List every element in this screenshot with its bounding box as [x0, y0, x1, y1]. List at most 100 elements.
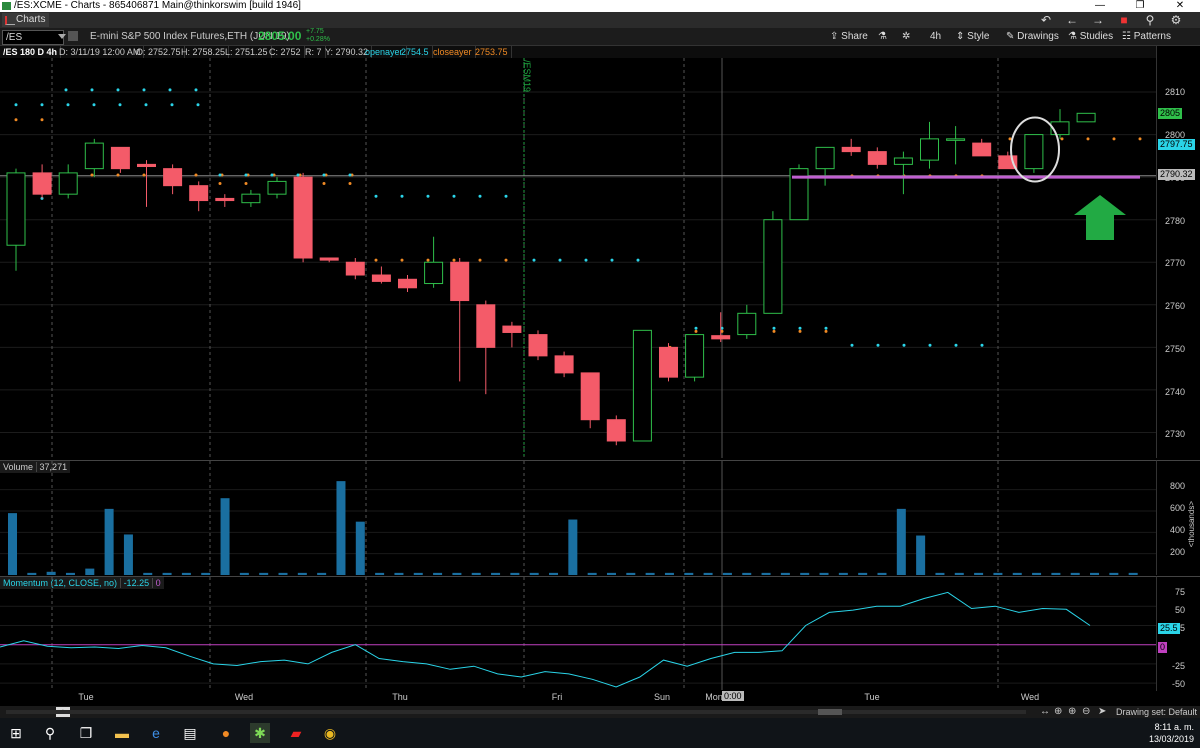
share-button[interactable]: ⇪ Share — [826, 29, 872, 44]
candle-body — [137, 163, 156, 168]
drawing-set-label[interactable]: Drawing set: Default — [1116, 706, 1197, 718]
candle-body — [371, 274, 391, 282]
link-icon[interactable] — [68, 31, 78, 41]
volume-bar — [259, 572, 269, 575]
candle-body — [398, 278, 417, 289]
reference-dot — [218, 182, 222, 186]
volume-unit-label: <thousands> — [1187, 501, 1196, 548]
reference-dot — [116, 173, 120, 177]
minimize-button[interactable]: — — [1080, 0, 1120, 12]
closeayer-value: 2753.75 — [472, 46, 512, 58]
reference-dot — [142, 88, 146, 92]
volume-bar — [954, 572, 964, 575]
volume-bar — [800, 572, 810, 575]
price-change: +7.75 — [306, 28, 324, 35]
flask-icon[interactable]: ⚗ — [874, 29, 891, 44]
volume-bar — [703, 572, 713, 575]
zoom-out-icon[interactable]: ⊖ — [1082, 706, 1090, 718]
reference-dot — [426, 258, 430, 262]
studies-icon: ⚗ — [1068, 31, 1077, 42]
time-label: Tue — [78, 692, 94, 702]
reference-dot — [694, 329, 698, 333]
search-icon[interactable]: ⚲ — [40, 723, 60, 743]
volume-bar — [587, 572, 597, 575]
price-panel[interactable]: /ESM19 — [0, 58, 1156, 458]
momentum-current-tag: 25.5 — [1158, 623, 1180, 634]
symbol-bar: /ES E-mini S&P 500 Index Futures,ETH (JU… — [0, 28, 1200, 46]
zoom-reset-icon[interactable]: ⊕ — [1054, 706, 1062, 718]
thinkorswim-icon[interactable]: ✱ — [250, 723, 270, 743]
reference-dot — [798, 326, 802, 330]
windows-start-icon[interactable]: ⊞ — [6, 723, 26, 743]
timeframe-button[interactable]: 4h — [926, 29, 945, 44]
app-orange-icon[interactable]: ● — [216, 723, 236, 743]
volume-bar — [355, 521, 365, 575]
price-chart[interactable] — [0, 58, 1156, 458]
store-icon[interactable]: ▤ — [180, 723, 200, 743]
settings-icon[interactable]: ✲ — [898, 29, 914, 44]
chart-icon — [5, 16, 15, 25]
volume-bar — [626, 572, 636, 575]
style-button[interactable]: ⇕ Style — [952, 29, 993, 44]
candle-body — [319, 257, 339, 261]
reference-dot — [1060, 137, 1064, 141]
price-axis[interactable]: 2810 2800 2790 2780 2770 2760 2750 2740 … — [1156, 46, 1200, 458]
momentum-panel[interactable]: Momentum (12, CLOSE, no) -12.25 0 — [0, 576, 1156, 691]
reference-dot — [400, 258, 404, 262]
symbol-dropdown-icon[interactable] — [58, 34, 66, 39]
app-red-icon[interactable]: ▰ — [286, 723, 306, 743]
volume-panel[interactable]: Volume 37,271 — [0, 460, 1156, 575]
file-explorer-icon[interactable]: ▬ — [112, 723, 132, 743]
reference-dot — [824, 326, 828, 330]
undo-icon[interactable]: ↶ — [1034, 12, 1058, 28]
cursor-icon[interactable]: ➤ — [1098, 706, 1106, 718]
candle-body — [841, 146, 861, 153]
tab-charts[interactable]: Charts — [2, 13, 50, 27]
reference-dot — [116, 88, 120, 92]
candle-body — [6, 172, 26, 246]
volume-bar — [935, 572, 945, 575]
reference-dot — [1086, 137, 1090, 141]
volume-bar — [1070, 572, 1080, 575]
forward-arrow-icon[interactable]: → — [1086, 12, 1110, 28]
task-view-icon[interactable]: ❐ — [76, 723, 96, 743]
horizontal-scrollbar[interactable] — [6, 710, 1026, 714]
studies-button[interactable]: ⚗ Studies — [1064, 29, 1117, 44]
reference-dot — [90, 88, 94, 92]
pin-icon[interactable]: ⚲ — [1138, 12, 1162, 28]
candle-body — [554, 355, 574, 374]
zoom-in-icon[interactable]: ⊕ — [1068, 706, 1076, 718]
reference-dot — [610, 258, 614, 262]
windows-taskbar: ⊞ ⚲ ❐ ▬ e ▤ ● ✱ ▰ ◉ 8:11 a. m. 13/03/201… — [0, 718, 1200, 748]
reference-dot — [14, 103, 18, 107]
patterns-button[interactable]: ☷ Patterns — [1118, 29, 1175, 44]
close-level-tag: 2797.75 — [1158, 139, 1195, 150]
symbol-input[interactable]: /ES — [2, 30, 64, 45]
volume-bar — [220, 498, 230, 575]
tab-charts-label: Charts — [16, 14, 46, 25]
contract-rollover-label: /ESM19 — [522, 60, 532, 93]
chrome-icon[interactable]: ◉ — [320, 723, 340, 743]
back-arrow-icon[interactable]: ← — [1060, 12, 1084, 28]
edge-browser-icon[interactable]: e — [146, 723, 166, 743]
patterns-icon: ☷ — [1122, 31, 1131, 42]
drawings-button[interactable]: ✎ Drawings — [1002, 29, 1063, 44]
volume-bar — [1109, 572, 1119, 575]
volume-bar — [1051, 572, 1061, 575]
time-axis[interactable]: Tue Wed Thu Fri Sun Mon Tue Wed 0:00 — [0, 690, 1156, 706]
scrollbar-thumb[interactable] — [818, 709, 842, 715]
maximize-button[interactable]: ❐ — [1120, 0, 1160, 12]
volume-bar — [104, 508, 114, 575]
close-button[interactable]: ✕ — [1160, 0, 1200, 12]
time-label: Wed — [1020, 692, 1040, 702]
flag-icon[interactable]: ■ — [1112, 12, 1136, 28]
volume-axis-label: 600 — [1169, 503, 1185, 513]
reference-dot — [118, 103, 122, 107]
time-label: Mon — [705, 692, 723, 702]
volume-bar — [877, 572, 887, 575]
gear-icon[interactable]: ⚙ — [1164, 12, 1188, 28]
volume-bar — [65, 572, 75, 575]
pan-icon[interactable]: ↔ — [1040, 706, 1050, 718]
momentum-chart — [0, 577, 1156, 691]
toolbar: Charts ↶ ← → ■ ⚲ ⚙ — [0, 12, 1200, 29]
